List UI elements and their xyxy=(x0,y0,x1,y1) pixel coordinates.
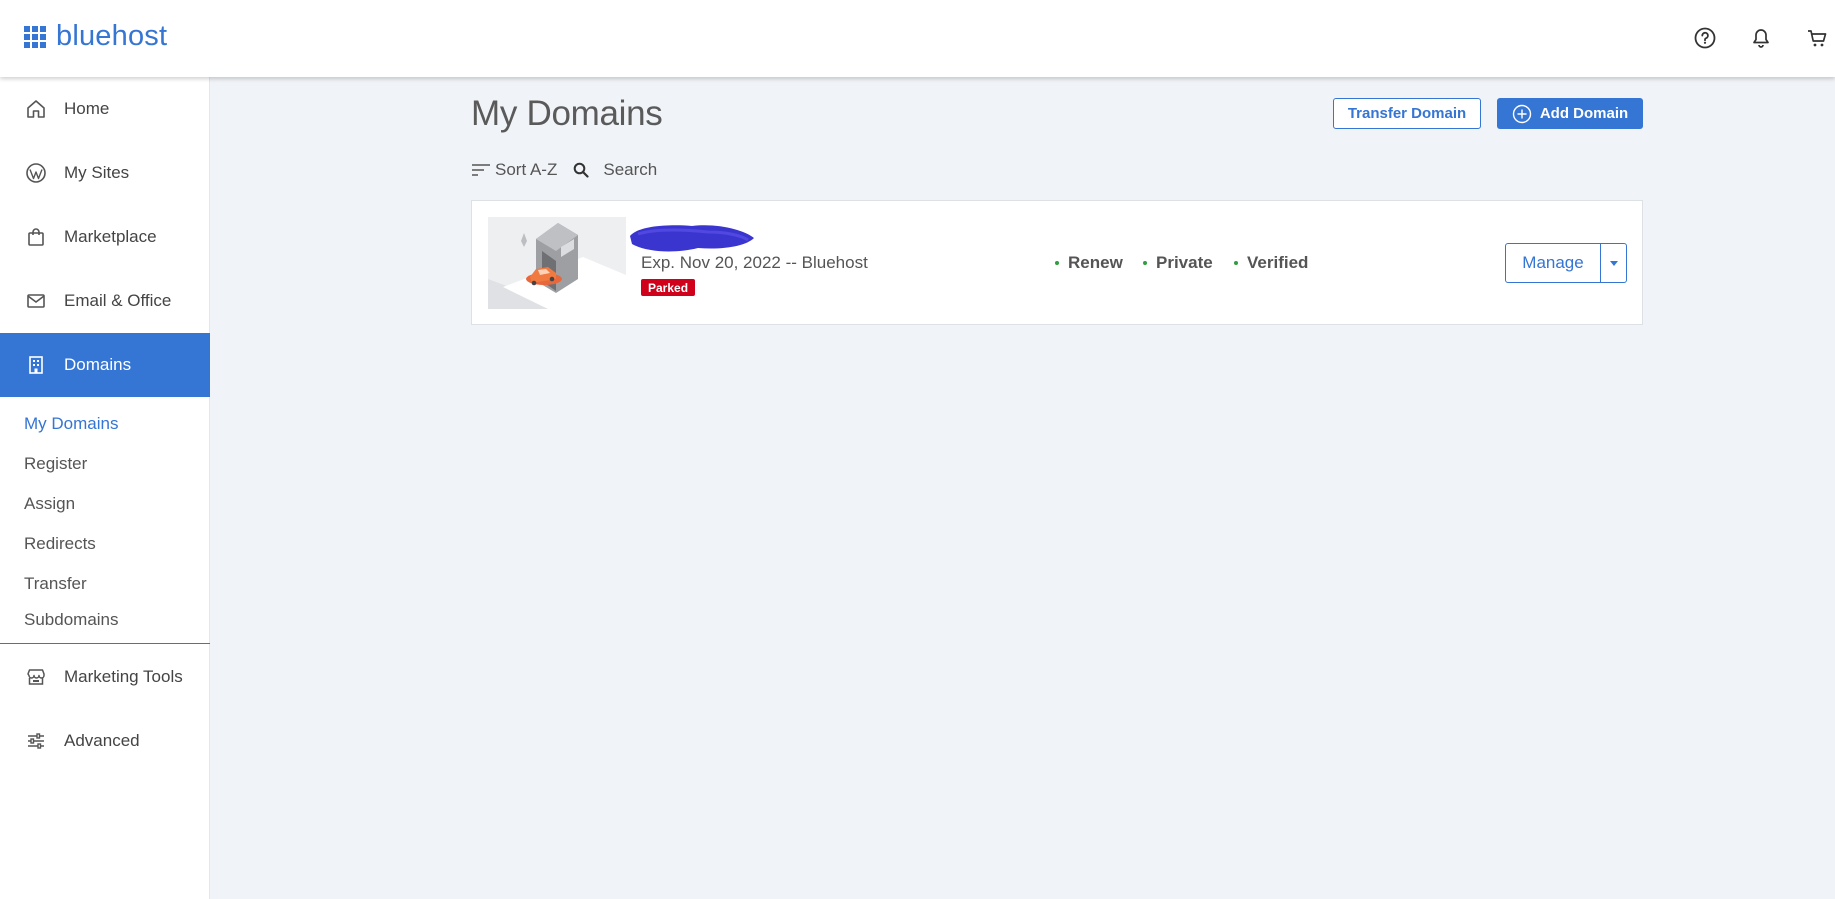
sort-label: Sort A-Z xyxy=(495,160,558,179)
manage-button[interactable]: Manage xyxy=(1505,243,1601,283)
domain-card: Exp. Nov 20, 2022 -- Bluehost Parked Ren… xyxy=(471,200,1643,325)
sidebar-item-label: Home xyxy=(64,99,110,118)
home-icon xyxy=(24,97,48,121)
search-button[interactable]: Search xyxy=(573,160,657,180)
subnav-register[interactable]: Register xyxy=(24,454,87,474)
domain-name-redacted xyxy=(628,220,756,256)
sidebar-item-marketplace[interactable]: Marketplace xyxy=(0,205,210,269)
add-domain-button[interactable]: Add Domain xyxy=(1497,98,1643,129)
sidebar-item-my-sites[interactable]: My Sites xyxy=(0,141,210,205)
page-title: My Domains xyxy=(471,94,663,133)
help-icon[interactable] xyxy=(1691,24,1719,52)
status-renew: Renew xyxy=(1055,253,1123,273)
status-label: Renew xyxy=(1068,253,1123,272)
shopping-bag-icon xyxy=(24,225,48,249)
add-domain-label: Add Domain xyxy=(1539,105,1629,122)
subnav-transfer[interactable]: Transfer xyxy=(24,574,87,594)
expiry-text: Exp. Nov 20, 2022 -- Bluehost xyxy=(641,253,868,272)
storefront-icon xyxy=(24,665,48,689)
sort-button[interactable]: Sort A-Z xyxy=(471,160,557,180)
sidebar: Home My Sites Marketplace Email & Office… xyxy=(0,77,210,899)
status-badge: Parked xyxy=(641,279,696,296)
sidebar-item-email-office[interactable]: Email & Office xyxy=(0,269,210,333)
status-label: Verified xyxy=(1247,253,1309,272)
subnav-my-domains[interactable]: My Domains xyxy=(24,414,118,434)
sidebar-item-marketing-tools[interactable]: Marketing Tools xyxy=(0,645,210,709)
status-label: Private xyxy=(1156,253,1213,272)
top-bar: bluehost xyxy=(0,0,1835,77)
sidebar-item-domains[interactable]: Domains xyxy=(0,333,210,397)
building-icon xyxy=(24,353,48,377)
subnav-divider xyxy=(0,643,210,644)
sidebar-item-label: My Sites xyxy=(64,163,130,182)
logo-text: bluehost xyxy=(56,20,168,52)
sidebar-item-label: Marketing Tools xyxy=(64,667,183,686)
sliders-icon xyxy=(24,729,48,753)
subnav-subdomains[interactable]: Subdomains xyxy=(24,610,119,630)
sidebar-item-advanced[interactable]: Advanced xyxy=(0,709,210,773)
bell-icon[interactable] xyxy=(1747,24,1775,52)
transfer-domain-button[interactable]: Transfer Domain xyxy=(1333,98,1481,129)
plus-circle-icon xyxy=(1512,104,1532,124)
status-dot xyxy=(1143,261,1147,265)
manage-dropdown-button[interactable] xyxy=(1601,243,1627,283)
bluehost-logo[interactable]: bluehost xyxy=(24,20,167,53)
sidebar-item-label: Advanced xyxy=(64,731,140,750)
sort-icon xyxy=(471,162,491,178)
grid-logo-icon xyxy=(24,25,46,48)
mail-icon xyxy=(24,289,48,313)
status-verified: Verified xyxy=(1234,253,1308,273)
status-private: Private xyxy=(1143,253,1213,273)
subnav-assign[interactable]: Assign xyxy=(24,494,75,514)
wordpress-icon xyxy=(24,161,48,185)
caret-down-icon xyxy=(1609,260,1618,266)
cart-icon[interactable] xyxy=(1803,24,1831,52)
parked-domain-thumbnail xyxy=(488,217,626,309)
list-controls: Sort A-Z Search xyxy=(471,158,657,182)
search-label: Search xyxy=(603,160,658,179)
sidebar-item-label: Email & Office xyxy=(64,291,172,310)
search-icon xyxy=(573,162,589,178)
sidebar-item-home[interactable]: Home xyxy=(0,77,210,141)
sidebar-item-label: Marketplace xyxy=(64,227,157,246)
status-dot xyxy=(1234,261,1238,265)
manage-button-group: Manage xyxy=(1505,243,1627,283)
subnav-redirects[interactable]: Redirects xyxy=(24,534,96,554)
status-dot xyxy=(1055,261,1059,265)
sidebar-item-label: Domains xyxy=(64,355,132,374)
